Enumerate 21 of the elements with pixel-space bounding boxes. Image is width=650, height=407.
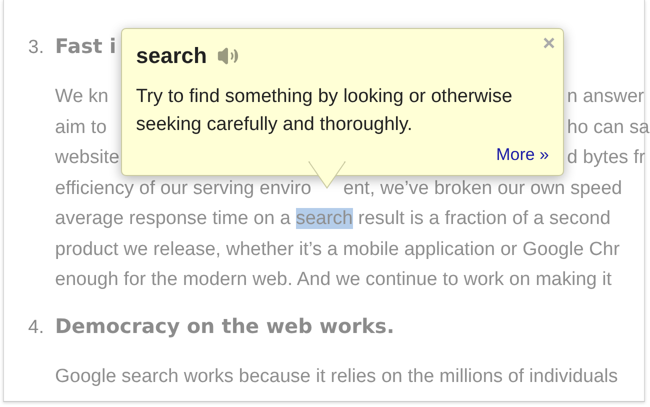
paragraph-text: efficiency of our serving enviro bbox=[55, 176, 312, 200]
paragraph-text: n answer bbox=[567, 85, 644, 109]
paragraph-text: product we release, whether it’s a mobile application or Google Chr bbox=[55, 238, 620, 262]
list-number: 4. bbox=[27, 316, 44, 338]
paragraph-text: enough for the modern web. And we continue to work on making it bbox=[55, 268, 612, 292]
paragraph-text: website bbox=[55, 146, 120, 170]
definition-word: search bbox=[136, 43, 207, 69]
list-number: 3. bbox=[27, 37, 44, 59]
definition-text: Try to find something by looking or otherwise seeking carefully and thoroughly. bbox=[136, 85, 514, 137]
paragraph-text: We kn bbox=[55, 85, 110, 109]
paragraph-text: aim to bbox=[55, 116, 108, 140]
paragraph-text: Google search works because it relies on the millions of individuals bbox=[55, 364, 618, 388]
section-heading: Fast i bbox=[55, 34, 116, 58]
paragraph-text: ho can sa bbox=[567, 116, 650, 140]
close-icon[interactable] bbox=[543, 37, 555, 49]
more-link[interactable]: More » bbox=[496, 145, 549, 165]
section-heading: Democracy on the web works. bbox=[55, 314, 394, 338]
speaker-icon[interactable] bbox=[216, 45, 239, 67]
paragraph-text: d bytes fr bbox=[567, 146, 646, 170]
paragraph-text: ent, we’ve broken our own speed bbox=[343, 176, 622, 200]
paragraph-text: average response time on a search result is a fraction of a second bbox=[55, 207, 611, 231]
